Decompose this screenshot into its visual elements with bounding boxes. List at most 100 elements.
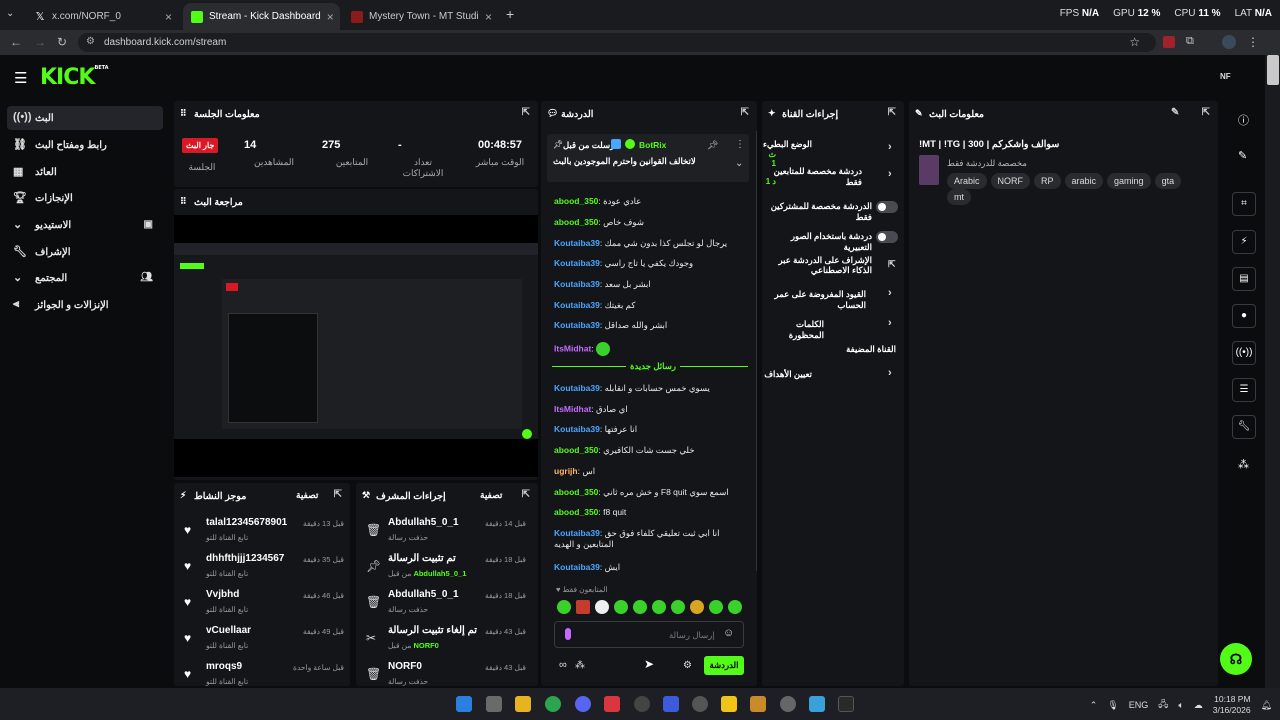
banned-words-row[interactable]: الكلمات المحظورة › [762,317,902,340]
menu-kebab-icon[interactable]: ⋮ [1247,35,1259,49]
chat-username[interactable]: abood_350 [554,507,598,517]
back-icon[interactable]: ← [10,35,22,49]
notifications-icon[interactable]: 🔔︎ [1261,700,1272,711]
more-options-icon[interactable]: ⋮ [735,139,745,150]
activity-user[interactable]: Vvjbhd [206,589,239,600]
chat-input[interactable]: إرسال رسالة ☺ [554,621,744,648]
category-text[interactable]: مخصصة للدردشة فقط [947,158,1027,169]
chat-username[interactable]: Koutaiba39 [554,320,600,330]
kick-logo[interactable]: KICKBETA [40,65,109,90]
emoji-icon[interactable]: ☺ [723,627,734,639]
activity-user[interactable]: mroqs9 [206,661,242,672]
support-headset-button[interactable]: ☊ [1220,643,1252,675]
new-tab-icon[interactable]: + [506,6,514,22]
app-icon[interactable] [692,696,708,712]
ai-moderation-row[interactable]: الإشراف على الدردشة عبر الذكاء الاصطناعي… [762,255,902,279]
close-icon[interactable]: × [485,10,492,24]
app-icon[interactable] [780,696,796,712]
info-icon[interactable]: ⓘ [1238,112,1249,128]
bookmark-star-icon[interactable]: ☆ [1129,35,1140,49]
popout-icon[interactable]: ⇱ [741,107,749,118]
sidebar-item-moderation[interactable]: 🔧︎ الإشراف [7,240,163,264]
chat-username[interactable]: ItsMidhat [554,343,591,353]
chat-scrollbar[interactable] [756,131,757,571]
chat-username[interactable]: Koutaiba39 [554,562,600,572]
file-explorer-icon[interactable] [515,696,531,712]
followers-only-row[interactable]: دردشة مخصصة للمتابعين فقط د 1 › [762,166,902,190]
chat-username[interactable]: abood_350 [554,445,598,455]
filter-button[interactable]: تصفية [296,490,318,501]
chevron-up-icon[interactable]: ⌃ [1090,700,1098,711]
popout-icon[interactable]: ⇱ [334,489,342,500]
obs-icon[interactable] [634,696,650,712]
clock[interactable]: 10:18 PM 3/16/2026 [1213,694,1251,716]
app-icon[interactable] [809,696,825,712]
hamburger-icon[interactable]: ☰ [14,69,27,87]
document-icon[interactable]: ▤ [1232,267,1256,291]
subscribers-only-toggle[interactable] [876,201,898,213]
tag-chip[interactable]: NORF [990,173,1031,189]
tag-chip[interactable]: arabic [1064,173,1104,189]
volume-icon[interactable]: 🔈︎ [1178,700,1183,711]
close-icon[interactable]: × [165,10,172,24]
browser-tab-x[interactable]: 𝕏 x.com/NORF_0 × [26,3,180,30]
chat-username[interactable]: Koutaiba39 [554,279,600,289]
chat-username[interactable]: abood_350 [554,196,598,206]
activity-user[interactable]: dhhfthjjj1234567 [206,553,284,564]
task-view-icon[interactable] [486,696,502,712]
mic-icon[interactable]: 🎙︎ [1107,700,1118,711]
chat-username[interactable]: Koutaiba39 [554,238,600,248]
sidebar-item-community[interactable]: ⌄ المجتمع 👥︎ [7,266,163,290]
chat-send-button[interactable]: الدردشة [704,656,744,675]
sidebar-item-studio[interactable]: ⌄ الاستيديو ▣ [7,213,163,237]
emote-9[interactable] [709,600,723,614]
extension-icon[interactable] [1163,36,1175,48]
chat-username[interactable]: Koutaiba39 [554,528,600,538]
tab-list-icon[interactable]: ⌄ [6,8,14,19]
tag-chip[interactable]: RP [1034,173,1061,189]
app-icon[interactable] [721,696,737,712]
network-icon[interactable]: 🖧︎ [1158,697,1168,713]
tag-chip[interactable]: Arabic [947,173,987,189]
category-thumbnail[interactable] [919,155,939,185]
scan-icon[interactable]: ⌗ [1232,192,1256,216]
site-info-icon[interactable]: ⚙ [86,36,95,47]
pinned-message[interactable]: 📌︎ أرسلت من قبل BotRix 📌︎ ⋮ لاتخالف القو… [547,134,749,182]
activity-user[interactable]: vCuellaar [206,625,251,636]
community-icon[interactable]: ⁂ [575,660,585,671]
emote-3[interactable] [595,600,609,614]
chat-bubble-icon[interactable]: ● [1232,304,1256,328]
language-indicator[interactable]: ENG [1129,700,1149,710]
stream-preview-video[interactable] [174,215,538,477]
browser-tab-mt[interactable]: Mystery Town - MT Studios | M × [343,3,500,30]
host-channel-row[interactable]: القناة المضيفة [762,344,902,360]
sidebar-item-revenue[interactable]: ▦ العائد [7,160,163,184]
sidebar-item-stream[interactable]: ((•)) البث [7,106,163,130]
chat-username[interactable]: ItsMidhat [554,404,591,414]
infinity-icon[interactable]: ∞ [559,659,567,671]
emote-5[interactable] [633,600,647,614]
tag-chip[interactable]: gta [1154,173,1182,189]
edit-icon[interactable]: ✎ [1171,107,1179,118]
emote-8[interactable] [690,600,704,614]
popout-icon[interactable]: ⇱ [522,489,530,500]
chat-username[interactable]: Koutaiba39 [554,300,600,310]
gear-icon[interactable]: ⚙ [683,660,692,671]
mic-icon[interactable] [565,628,571,640]
popout-icon[interactable]: ⇱ [1202,107,1210,118]
popout-icon[interactable]: ⇱ [522,107,530,118]
app-icon[interactable] [838,696,854,712]
chat-username[interactable]: Koutaiba39 [554,258,600,268]
pencil-icon[interactable]: ✎ [1238,149,1247,162]
goals-row[interactable]: تعيين الأهداف › [762,367,902,385]
discord-icon[interactable] [575,696,591,712]
tag-chip[interactable]: mt [947,189,971,205]
by-user[interactable]: Abdullah5_0_1 [413,569,466,578]
chat-username[interactable]: ugrijh [554,466,578,476]
cloud-icon[interactable]: ☁ [1194,700,1203,711]
emote-only-toggle[interactable] [876,231,898,243]
start-icon[interactable] [456,696,472,712]
by-user[interactable]: NORF0 [413,641,438,650]
sidebar-item-stream-key[interactable]: ⛓ رابط ومفتاح البث [7,133,163,157]
sidebar-item-drops[interactable]: ⫸ الإنزالات و الجوائز [7,293,163,317]
